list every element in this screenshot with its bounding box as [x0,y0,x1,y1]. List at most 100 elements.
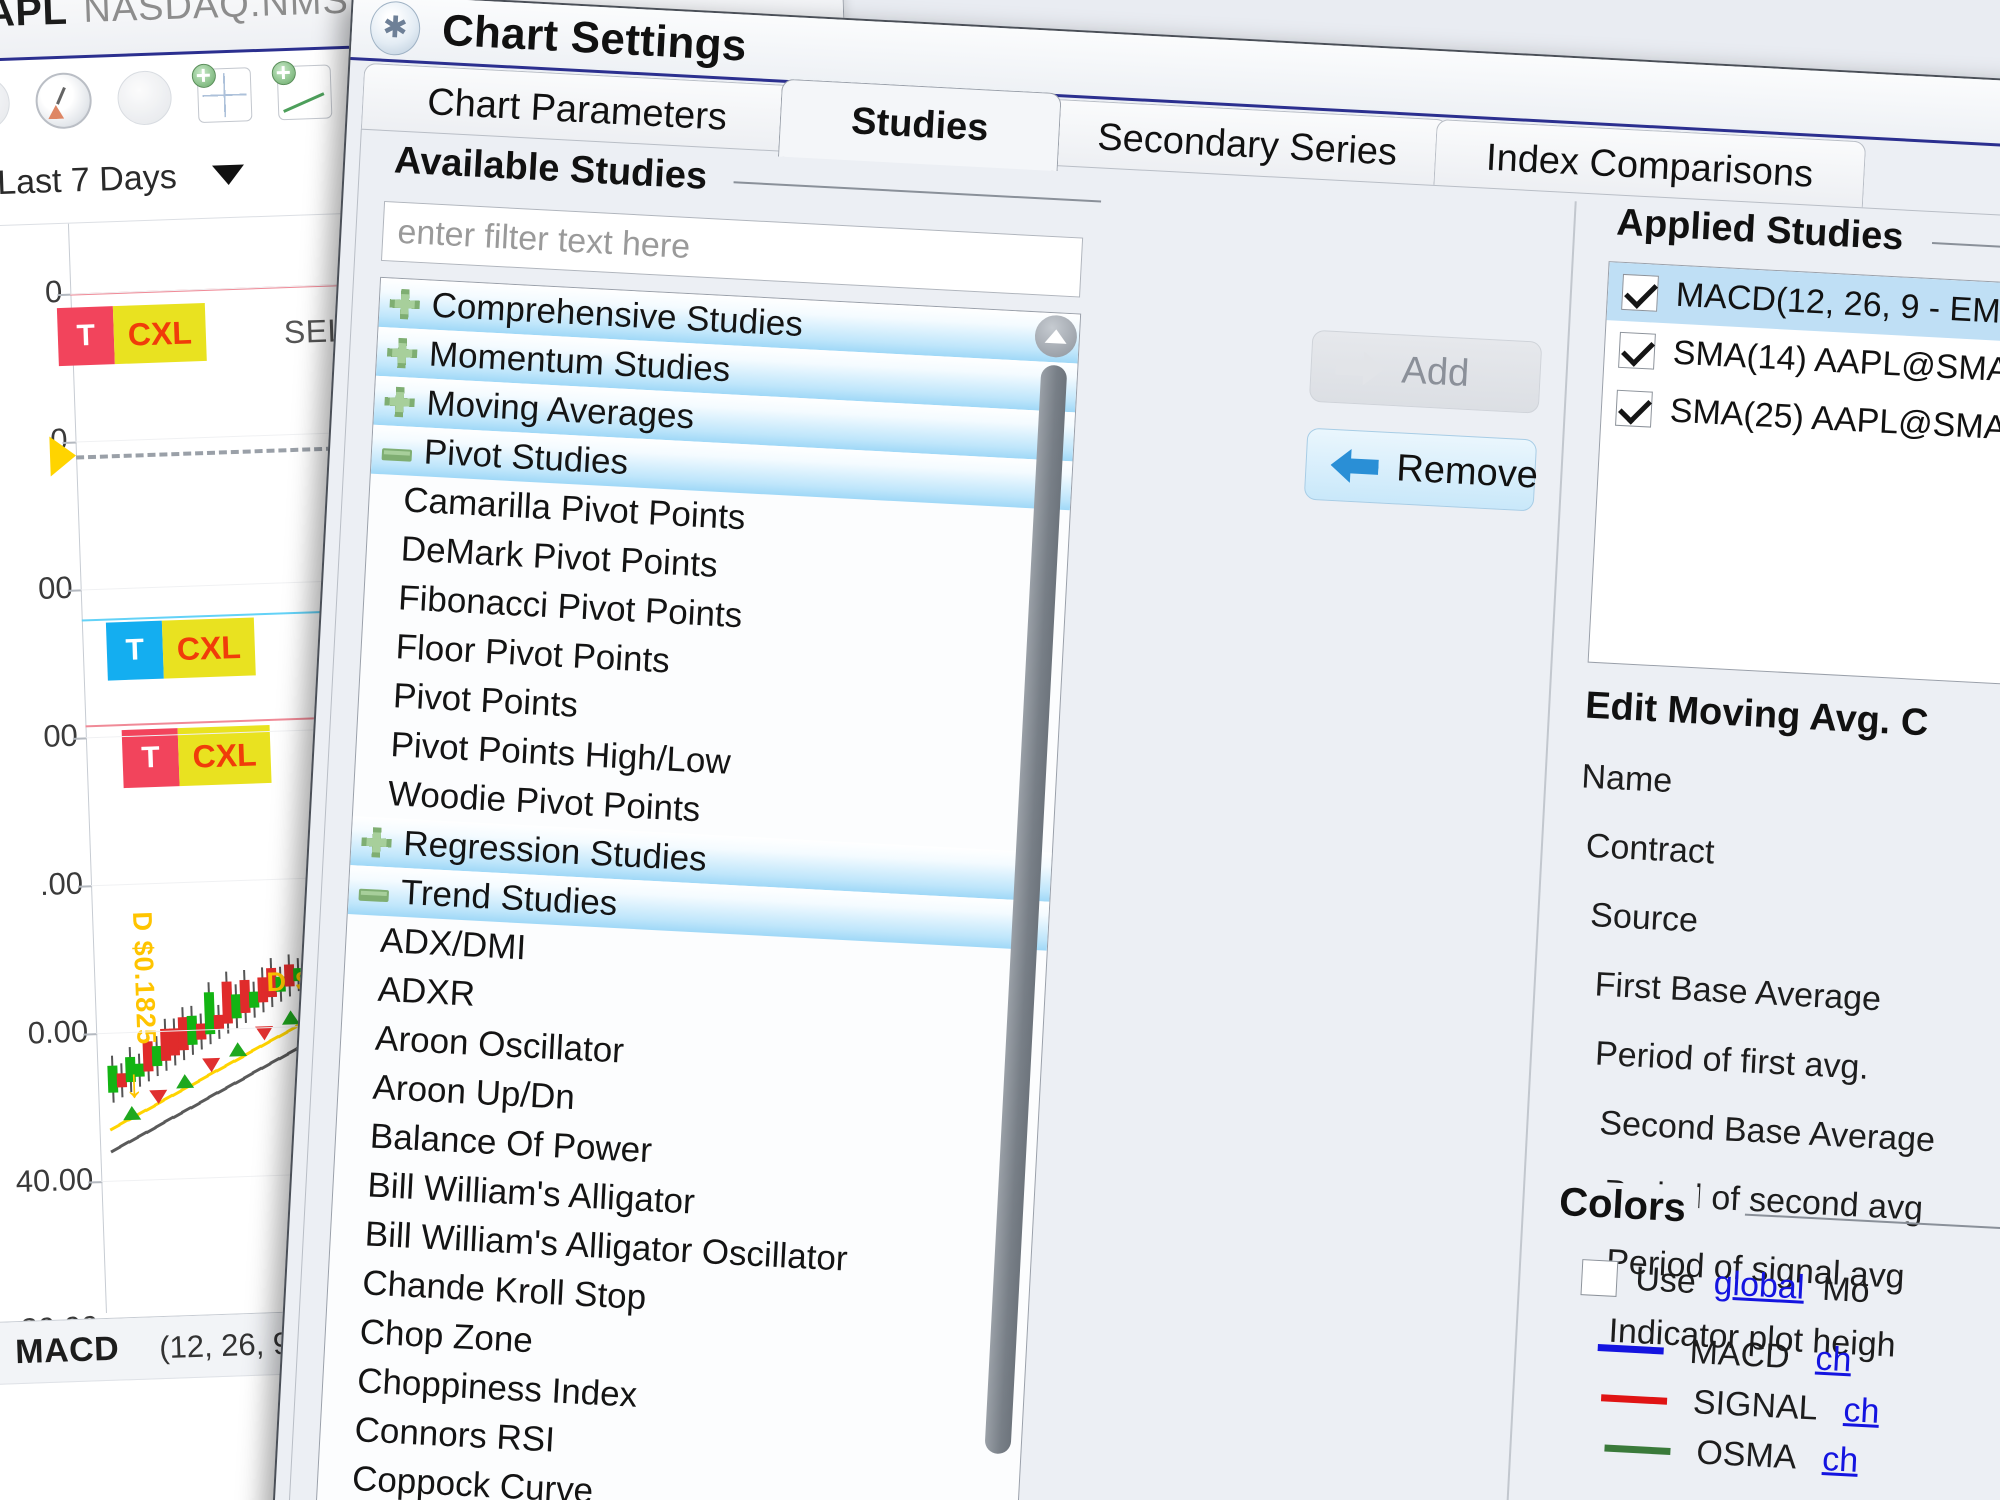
dividend-label-1: D $0.1825 [126,911,162,1046]
study-label: Trend Studies [399,872,619,923]
buy-arrow-icon [228,1041,248,1057]
list-body: Comprehensive Studies Momentum Studies Mov… [315,277,1081,1500]
remove-button-label: Remove [1395,446,1539,497]
macd-title: MACD [14,1329,120,1372]
color-row-label: MACD [1688,1332,1791,1377]
axis-tick-mark [67,589,82,592]
minus-icon[interactable] [381,448,413,462]
studies-panel: Available Studies enter filter text here… [286,128,2000,1500]
triangle-up-glyph [1044,328,1068,344]
scroll-up-icon[interactable] [1033,314,1079,359]
buy-arrow-icon [175,1073,195,1089]
tab-studies[interactable]: Studies [777,78,1062,172]
transfer-buttons: Add Remove [1303,329,1543,512]
use-global-suffix: Mo [1821,1269,1871,1311]
transmit-button[interactable]: T [105,620,164,681]
cancel-button[interactable]: CXL [112,302,207,365]
applied-studies-group: Applied Studies MACD(12, 26, 9 - EMA, EM… [1525,201,2000,1500]
price-axis: 000000.000.0040.0030.00 [0,223,108,1347]
dot-icon[interactable] [0,75,11,132]
applied-study-checkbox[interactable] [1618,331,1656,370]
colors-title: Colors [1558,1179,1699,1233]
applied-studies-title: Applied Studies [1605,201,1915,261]
plus-badge-icon [271,60,297,86]
cancel-button[interactable]: CXL [161,617,256,679]
price-axis-tick: 00 [37,569,74,606]
study-label: Aroon Up/Dn [371,1067,576,1117]
axis-tick-mark [88,1181,103,1184]
edit-field-label: Period of first avg. [1594,1034,1870,1087]
dot-icon[interactable] [116,70,173,126]
color-swatch [1600,1394,1668,1405]
order-chip-buy[interactable]: T CXL [105,617,256,681]
tab-label: Secondary Series [1096,116,1399,174]
add-button[interactable]: Add [1308,329,1543,414]
plus-icon[interactable] [386,336,418,369]
applied-study-checkbox[interactable] [1621,273,1659,312]
buy-arrow-icon [122,1105,142,1121]
order-chip-sell-1[interactable]: T CXL [56,302,207,367]
sell-arrow-icon [149,1089,168,1105]
remove-button[interactable]: Remove [1303,427,1539,512]
tab-label: Studies [850,100,990,150]
price-axis-tick: 00 [42,717,79,754]
study-label: Aroon Oscillator [374,1018,625,1071]
add-chart-icon[interactable] [271,60,333,121]
change-color-link[interactable]: ch [1843,1391,1881,1432]
price-axis-tick: 0.00 [27,1013,89,1051]
chart-settings-dialog: ✱ Chart Settings Chart Parameters Studie… [270,0,2000,1500]
change-color-link[interactable]: ch [1821,1440,1859,1481]
color-swatch [1604,1444,1671,1455]
chevron-down-icon[interactable] [212,164,245,186]
available-studies-title: Available Studies [383,138,719,200]
global-link[interactable]: global [1713,1264,1806,1308]
study-label: ADXR [376,969,477,1014]
color-swatch [1597,1344,1664,1355]
available-studies-list[interactable]: Comprehensive Studies Momentum Studies Mov… [314,276,1082,1500]
applied-study-checkbox[interactable] [1615,389,1653,428]
change-color-link[interactable]: ch [1815,1339,1853,1380]
applied-study-label: SMA(25) AAPL@SMART T [1668,391,2000,450]
edit-field-label: Name [1580,757,1674,801]
applied-studies-list[interactable]: MACD(12, 26, 9 - EMA, EMSMA(14) AAPL@SMA… [1587,261,2000,686]
edit-field-label: Contract [1585,826,1716,872]
minus-icon[interactable] [358,888,390,903]
add-button-label: Add [1400,348,1471,395]
use-global-prefix: Use [1634,1259,1697,1302]
ticker-symbol: AAPL [0,0,69,37]
plus-icon[interactable] [388,287,421,320]
study-label: Pivot Studies [423,431,630,482]
group-rule [1931,242,2000,251]
clock-icon[interactable] [34,71,93,130]
transmit-button[interactable]: T [56,306,115,367]
study-label: Pivot Points [392,675,579,725]
price-axis-tick: 40.00 [15,1161,94,1200]
arrow-left-icon [1330,448,1380,484]
arrow-right-icon [1335,350,1385,386]
period-value: Last 7 Days [0,157,178,202]
dividend-arrow-icon: ↓ [123,1061,145,1107]
use-global-checkbox[interactable] [1580,1258,1619,1297]
group-rule [733,181,1102,203]
price-axis-tick: 0 [44,273,63,310]
study-label: Chop Zone [358,1311,534,1360]
study-label: ADX/DMI [379,920,528,967]
color-row[interactable]: SIGNAL ch [1600,1378,1880,1432]
edit-field-label: Second Base Average [1598,1103,1936,1160]
add-grid-icon[interactable] [191,63,253,124]
color-row[interactable]: OSMA ch [1603,1429,1859,1481]
plus-icon[interactable] [360,826,393,858]
study-label: Coppock Curve [351,1458,595,1500]
plus-icon[interactable] [383,385,416,418]
close-icon[interactable]: ✱ [368,0,422,57]
edit-section-title: Edit Moving Avg. C [1584,684,1930,745]
tab-label: Index Comparisons [1485,136,1815,196]
transmit-button[interactable]: T [121,728,180,789]
available-studies-group: Available Studies enter filter text here… [302,138,1114,1500]
price-axis-tick: .00 [39,865,84,903]
exchange-label: NASDAQ.NMS [82,0,350,32]
axis-tick-mark [83,1033,98,1036]
last-price-marker-icon [49,435,77,477]
color-row-label: SIGNAL [1692,1383,1819,1428]
axis-tick-mark [72,737,87,740]
